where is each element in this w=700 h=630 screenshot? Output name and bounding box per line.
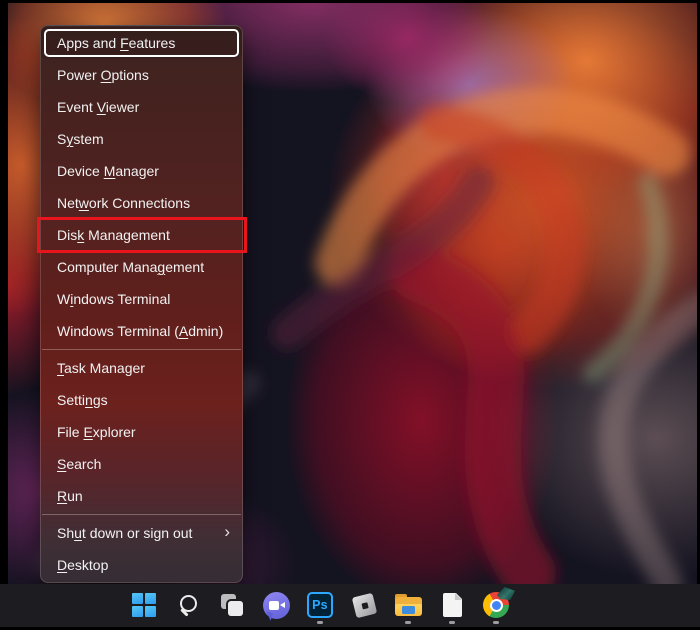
- menu-item-apps-and-features[interactable]: Apps and Features: [41, 27, 242, 59]
- menu-item-search[interactable]: Search: [41, 448, 242, 480]
- running-indicator-dot: [449, 621, 455, 624]
- running-indicator-dot: [405, 621, 411, 624]
- mouse-cursor: [497, 587, 515, 600]
- menu-item-label: Search: [57, 456, 102, 472]
- menu-item-disk-management[interactable]: Disk Management: [37, 217, 247, 253]
- menu-item-settings[interactable]: Settings: [41, 384, 242, 416]
- chat-button[interactable]: [256, 585, 296, 625]
- menu-item-label: Run: [57, 488, 83, 504]
- menu-item-windows-terminal[interactable]: Windows Terminal: [41, 283, 242, 315]
- menu-item-label: Event Viewer: [57, 99, 140, 115]
- windows-logo-icon: [132, 593, 156, 617]
- menu-item-run[interactable]: Run: [41, 480, 242, 512]
- menu-item-label: Settings: [57, 392, 108, 408]
- menu-item-label: Computer Management: [57, 259, 205, 275]
- menu-item-label: Task Manager: [57, 360, 145, 376]
- taskbar-search-button[interactable]: [168, 585, 208, 625]
- menu-item-label: Windows Terminal: [57, 291, 171, 307]
- chrome-button[interactable]: [476, 585, 516, 625]
- menu-item-label: File Explorer: [57, 424, 136, 440]
- running-indicator-dot: [493, 621, 499, 624]
- menu-item-desktop[interactable]: Desktop: [41, 549, 242, 581]
- menu-item-windows-terminal-admin[interactable]: Windows Terminal (Admin): [41, 315, 242, 347]
- start-button[interactable]: [124, 585, 164, 625]
- menu-item-label: Network Connections: [57, 195, 191, 211]
- menu-item-event-viewer[interactable]: Event Viewer: [41, 91, 242, 123]
- photoshop-icon: Ps: [307, 592, 333, 618]
- task-view-icon: [220, 593, 244, 617]
- menu-item-label: Windows Terminal (Admin): [57, 323, 224, 339]
- notepad-button[interactable]: [432, 585, 472, 625]
- chat-icon: [262, 591, 290, 621]
- menu-item-label: Apps and Features: [57, 35, 176, 51]
- notepad-icon: [442, 592, 463, 617]
- file-explorer-button[interactable]: [388, 585, 428, 625]
- menu-item-task-manager[interactable]: Task Manager: [41, 352, 242, 384]
- menu-item-label: Power Options: [57, 67, 149, 83]
- taskbar: Ps: [0, 584, 700, 627]
- roblox-icon: [351, 592, 377, 618]
- menu-item-computer-management[interactable]: Computer Management: [41, 251, 242, 283]
- menu-item-label: Desktop: [57, 557, 109, 573]
- menu-item-shut-down-or-sign-out[interactable]: Shut down or sign out ›: [41, 517, 242, 549]
- menu-item-power-options[interactable]: Power Options: [41, 59, 242, 91]
- menu-item-label: System: [57, 131, 104, 147]
- photoshop-button[interactable]: Ps: [300, 585, 340, 625]
- folder-icon: [394, 594, 422, 616]
- menu-item-label: Shut down or sign out: [57, 525, 193, 541]
- menu-separator: [42, 349, 241, 350]
- submenu-chevron-icon: ›: [224, 522, 230, 542]
- menu-item-device-manager[interactable]: Device Manager: [41, 155, 242, 187]
- menu-item-network-connections[interactable]: Network Connections: [41, 187, 242, 219]
- menu-item-label: Disk Management: [57, 227, 170, 243]
- running-indicator-dot: [317, 621, 323, 624]
- quick-link-menu: Apps and Features Power Options Event View…: [37, 25, 247, 583]
- task-view-button[interactable]: [212, 585, 252, 625]
- search-icon: [176, 593, 200, 617]
- taskbar-icons: Ps: [124, 585, 520, 625]
- menu-item-label: Device Manager: [57, 163, 159, 179]
- menu-separator: [42, 514, 241, 515]
- roblox-button[interactable]: [344, 585, 384, 625]
- menu-item-system[interactable]: System: [41, 123, 242, 155]
- menu-item-file-explorer[interactable]: File Explorer: [41, 416, 242, 448]
